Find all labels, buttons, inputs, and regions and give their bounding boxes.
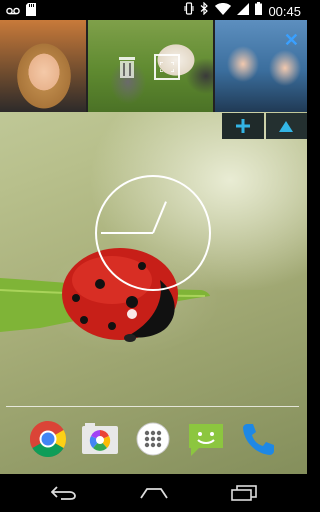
photo-kids[interactable]: ✕ bbox=[215, 20, 307, 112]
signal-icon bbox=[237, 2, 250, 20]
battery-icon bbox=[255, 2, 263, 20]
back-button[interactable] bbox=[34, 474, 94, 512]
app-drawer-icon[interactable] bbox=[132, 418, 174, 460]
plus-icon bbox=[235, 119, 250, 133]
add-button[interactable] bbox=[222, 113, 264, 139]
widget-controls bbox=[222, 113, 307, 139]
voicemail-icon bbox=[6, 3, 20, 21]
photo-puppies[interactable] bbox=[88, 20, 213, 112]
status-bar: 00:45 bbox=[0, 0, 307, 20]
home-button[interactable] bbox=[124, 474, 184, 512]
photo-woman[interactable] bbox=[0, 20, 86, 112]
dock bbox=[0, 418, 307, 466]
status-time: 00:45 bbox=[268, 3, 301, 19]
messaging-icon[interactable] bbox=[185, 418, 227, 460]
home-icon bbox=[140, 488, 168, 499]
chrome-icon[interactable] bbox=[27, 418, 69, 460]
navigation-bar bbox=[0, 474, 307, 512]
triangle-up-icon bbox=[279, 120, 294, 132]
bluetooth-icon bbox=[200, 1, 209, 20]
phone-icon[interactable] bbox=[238, 418, 280, 460]
delete-icon[interactable] bbox=[116, 54, 138, 80]
gallery-icon[interactable] bbox=[79, 418, 121, 460]
recent-apps-button[interactable] bbox=[214, 474, 274, 512]
recent-apps-icon bbox=[231, 485, 257, 501]
analog-clock[interactable] bbox=[94, 174, 212, 292]
dock-divider bbox=[6, 406, 299, 407]
photo-widget[interactable]: ✕ bbox=[0, 20, 307, 112]
sd-card-icon bbox=[26, 3, 36, 21]
vibrate-icon bbox=[184, 2, 194, 20]
clock-hour-hand bbox=[152, 201, 167, 234]
collapse-button[interactable] bbox=[265, 113, 307, 139]
back-icon bbox=[51, 486, 76, 500]
close-icon[interactable]: ✕ bbox=[284, 30, 299, 51]
fullscreen-icon[interactable] bbox=[154, 54, 180, 80]
wifi-icon bbox=[215, 2, 232, 20]
